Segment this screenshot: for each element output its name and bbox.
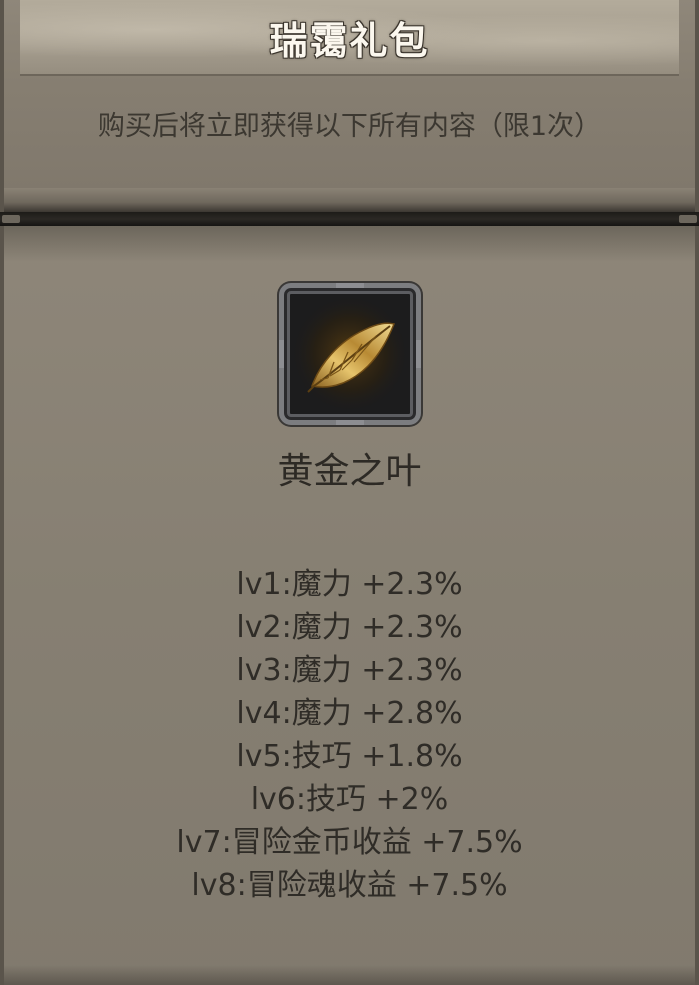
frame-notch-right: [416, 340, 421, 368]
dialog-title: 瑞霭礼包: [269, 19, 430, 63]
stat-line-lv8: lv8:冒险魂收益 +7.5%: [191, 868, 508, 903]
purchase-description: 购买后将立即获得以下所有内容（限1次）: [97, 111, 602, 142]
stat-line-lv7: lv7:冒险金币收益 +7.5%: [176, 825, 523, 860]
stat-line-lv3: lv3:魔力 +2.3%: [236, 653, 463, 688]
panel-divider: [0, 212, 699, 226]
frame-notch-bottom: [336, 420, 364, 425]
stat-line-lv6: lv6:技巧 +2%: [250, 782, 449, 817]
frame-notch-left: [279, 340, 284, 368]
golden-leaf-icon: [290, 294, 410, 414]
title-banner: 瑞霭礼包: [20, 0, 679, 76]
stat-line-lv4: lv4:魔力 +2.8%: [236, 696, 463, 731]
stat-list: lv1:魔力 +2.3% lv2:魔力 +2.3% lv3:魔力 +2.3% l…: [4, 563, 695, 907]
panel-bottom-edge: [4, 965, 695, 985]
item-name: 黄金之叶: [277, 451, 422, 492]
divider-corner-right: [679, 215, 697, 223]
contents-panel: 黄金之叶 lv1:魔力 +2.3% lv2:魔力 +2.3% lv3:魔力 +2…: [0, 226, 699, 985]
stat-line-lv5: lv5:技巧 +1.8%: [236, 739, 463, 774]
gift-pack-dialog: 瑞霭礼包 购买后将立即获得以下所有内容（限1次） 黄金之叶 lv1:魔力 +2.…: [0, 0, 699, 985]
divider-corner-left: [2, 215, 20, 223]
header-panel: 瑞霭礼包 购买后将立即获得以下所有内容（限1次）: [0, 0, 699, 212]
header-bottom-edge: [4, 188, 695, 212]
panel-top-shade: [4, 226, 695, 262]
stat-line-lv1: lv1:魔力 +2.3%: [236, 567, 463, 602]
frame-notch-top: [336, 283, 364, 288]
stat-line-lv2: lv2:魔力 +2.3%: [236, 610, 463, 645]
item-icon-frame[interactable]: [279, 283, 421, 425]
